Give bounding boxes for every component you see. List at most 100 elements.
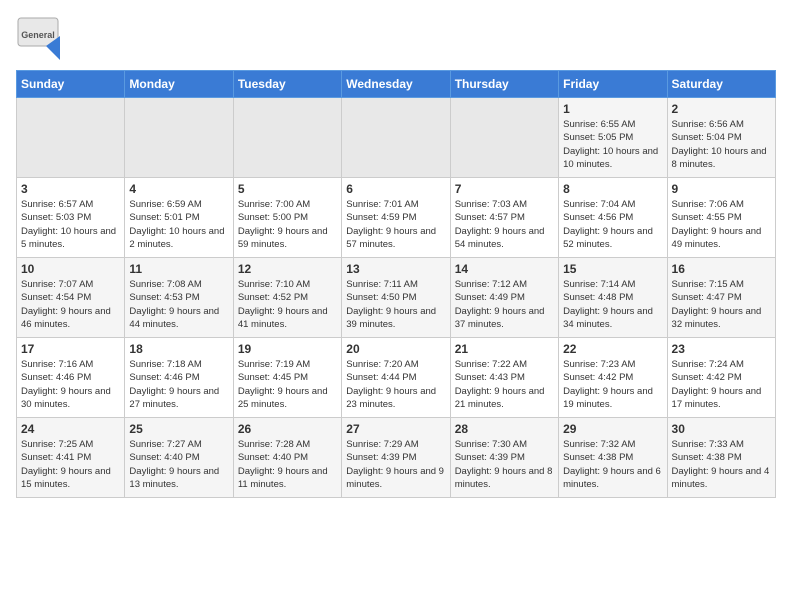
day-number: 23 [672, 342, 771, 356]
day-number: 18 [129, 342, 228, 356]
day-cell [125, 98, 233, 178]
day-info: Sunrise: 6:57 AM Sunset: 5:03 PM Dayligh… [21, 198, 120, 251]
day-cell: 17 Sunrise: 7:16 AM Sunset: 4:46 PM Dayli… [17, 338, 125, 418]
day-number: 3 [21, 182, 120, 196]
day-info: Sunrise: 7:12 AM Sunset: 4:49 PM Dayligh… [455, 278, 554, 331]
day-info: Sunrise: 7:03 AM Sunset: 4:57 PM Dayligh… [455, 198, 554, 251]
day-cell: 30 Sunrise: 7:33 AM Sunset: 4:38 PM Dayli… [667, 418, 775, 498]
day-number: 12 [238, 262, 337, 276]
day-cell: 8 Sunrise: 7:04 AM Sunset: 4:56 PM Daylig… [559, 178, 667, 258]
day-info: Sunrise: 7:30 AM Sunset: 4:39 PM Dayligh… [455, 438, 554, 491]
week-row-3: 10 Sunrise: 7:07 AM Sunset: 4:54 PM Dayli… [17, 258, 776, 338]
day-number: 8 [563, 182, 662, 196]
day-number: 6 [346, 182, 445, 196]
day-info: Sunrise: 7:23 AM Sunset: 4:42 PM Dayligh… [563, 358, 662, 411]
header-wednesday: Wednesday [342, 71, 450, 98]
week-row-4: 17 Sunrise: 7:16 AM Sunset: 4:46 PM Dayli… [17, 338, 776, 418]
day-cell: 13 Sunrise: 7:11 AM Sunset: 4:50 PM Dayli… [342, 258, 450, 338]
day-info: Sunrise: 7:07 AM Sunset: 4:54 PM Dayligh… [21, 278, 120, 331]
day-cell: 2Sunrise: 6:56 AM Sunset: 5:04 PM Daylig… [667, 98, 775, 178]
week-row-5: 24 Sunrise: 7:25 AM Sunset: 4:41 PM Dayli… [17, 418, 776, 498]
day-cell: 16 Sunrise: 7:15 AM Sunset: 4:47 PM Dayli… [667, 258, 775, 338]
day-cell: 1 Sunrise: 6:55 AM Sunset: 5:05 PM Daylig… [559, 98, 667, 178]
day-info: Sunrise: 7:19 AM Sunset: 4:45 PM Dayligh… [238, 358, 337, 411]
day-cell: 25 Sunrise: 7:27 AM Sunset: 4:40 PM Dayli… [125, 418, 233, 498]
day-cell [233, 98, 341, 178]
calendar-table: SundayMondayTuesdayWednesdayThursdayFrid… [16, 70, 776, 498]
day-info: Sunrise: 7:04 AM Sunset: 4:56 PM Dayligh… [563, 198, 662, 251]
day-number: 10 [21, 262, 120, 276]
svg-text:General: General [21, 30, 55, 40]
header-monday: Monday [125, 71, 233, 98]
day-info: Sunrise: 7:00 AM Sunset: 5:00 PM Dayligh… [238, 198, 337, 251]
day-number: 30 [672, 422, 771, 436]
day-cell: 7 Sunrise: 7:03 AM Sunset: 4:57 PM Daylig… [450, 178, 558, 258]
day-info: Sunrise: 7:27 AM Sunset: 4:40 PM Dayligh… [129, 438, 228, 491]
day-cell: 24 Sunrise: 7:25 AM Sunset: 4:41 PM Dayli… [17, 418, 125, 498]
logo: General [16, 16, 66, 60]
day-number: 5 [238, 182, 337, 196]
day-cell: 19 Sunrise: 7:19 AM Sunset: 4:45 PM Dayli… [233, 338, 341, 418]
day-info: Sunrise: 7:14 AM Sunset: 4:48 PM Dayligh… [563, 278, 662, 331]
day-cell: 21 Sunrise: 7:22 AM Sunset: 4:43 PM Dayli… [450, 338, 558, 418]
day-number: 9 [672, 182, 771, 196]
day-cell: 20Sunrise: 7:20 AM Sunset: 4:44 PM Dayli… [342, 338, 450, 418]
day-cell: 29 Sunrise: 7:32 AM Sunset: 4:38 PM Dayli… [559, 418, 667, 498]
day-info: Sunrise: 7:18 AM Sunset: 4:46 PM Dayligh… [129, 358, 228, 411]
day-number: 13 [346, 262, 445, 276]
day-cell: 3 Sunrise: 6:57 AM Sunset: 5:03 PM Daylig… [17, 178, 125, 258]
day-info: Sunrise: 7:29 AM Sunset: 4:39 PM Dayligh… [346, 438, 445, 491]
day-number: 27 [346, 422, 445, 436]
day-number: 4 [129, 182, 228, 196]
day-cell: 12Sunrise: 7:10 AM Sunset: 4:52 PM Dayli… [233, 258, 341, 338]
day-info: Sunrise: 7:01 AM Sunset: 4:59 PM Dayligh… [346, 198, 445, 251]
header-saturday: Saturday [667, 71, 775, 98]
day-cell: 10 Sunrise: 7:07 AM Sunset: 4:54 PM Dayli… [17, 258, 125, 338]
day-info: Sunrise: 7:16 AM Sunset: 4:46 PM Dayligh… [21, 358, 120, 411]
day-cell: 14Sunrise: 7:12 AM Sunset: 4:49 PM Dayli… [450, 258, 558, 338]
day-cell: 15 Sunrise: 7:14 AM Sunset: 4:48 PM Dayli… [559, 258, 667, 338]
day-info: Sunrise: 7:15 AM Sunset: 4:47 PM Dayligh… [672, 278, 771, 331]
day-info: Sunrise: 7:24 AM Sunset: 4:42 PM Dayligh… [672, 358, 771, 411]
day-number: 21 [455, 342, 554, 356]
day-cell: 18 Sunrise: 7:18 AM Sunset: 4:46 PM Dayli… [125, 338, 233, 418]
day-number: 1 [563, 102, 662, 116]
day-info: Sunrise: 6:55 AM Sunset: 5:05 PM Dayligh… [563, 118, 662, 171]
day-cell: 6 Sunrise: 7:01 AM Sunset: 4:59 PM Daylig… [342, 178, 450, 258]
day-info: Sunrise: 7:25 AM Sunset: 4:41 PM Dayligh… [21, 438, 120, 491]
day-cell: 28Sunrise: 7:30 AM Sunset: 4:39 PM Dayli… [450, 418, 558, 498]
day-number: 15 [563, 262, 662, 276]
day-cell [450, 98, 558, 178]
week-row-1: 1 Sunrise: 6:55 AM Sunset: 5:05 PM Daylig… [17, 98, 776, 178]
day-cell: 26 Sunrise: 7:28 AM Sunset: 4:40 PM Dayli… [233, 418, 341, 498]
day-info: Sunrise: 7:33 AM Sunset: 4:38 PM Dayligh… [672, 438, 771, 491]
day-number: 16 [672, 262, 771, 276]
day-number: 22 [563, 342, 662, 356]
header-row: SundayMondayTuesdayWednesdayThursdayFrid… [17, 71, 776, 98]
day-cell: 9Sunrise: 7:06 AM Sunset: 4:55 PM Daylig… [667, 178, 775, 258]
logo-icon: General [16, 16, 60, 60]
day-cell: 27 Sunrise: 7:29 AM Sunset: 4:39 PM Dayli… [342, 418, 450, 498]
header-sunday: Sunday [17, 71, 125, 98]
day-info: Sunrise: 7:11 AM Sunset: 4:50 PM Dayligh… [346, 278, 445, 331]
day-number: 17 [21, 342, 120, 356]
day-number: 7 [455, 182, 554, 196]
day-number: 26 [238, 422, 337, 436]
week-row-2: 3 Sunrise: 6:57 AM Sunset: 5:03 PM Daylig… [17, 178, 776, 258]
day-cell: 22 Sunrise: 7:23 AM Sunset: 4:42 PM Dayli… [559, 338, 667, 418]
day-number: 24 [21, 422, 120, 436]
day-number: 11 [129, 262, 228, 276]
day-number: 2 [672, 102, 771, 116]
day-number: 29 [563, 422, 662, 436]
header-thursday: Thursday [450, 71, 558, 98]
day-info: Sunrise: 7:32 AM Sunset: 4:38 PM Dayligh… [563, 438, 662, 491]
day-cell: 4 Sunrise: 6:59 AM Sunset: 5:01 PM Daylig… [125, 178, 233, 258]
day-info: Sunrise: 7:28 AM Sunset: 4:40 PM Dayligh… [238, 438, 337, 491]
header-tuesday: Tuesday [233, 71, 341, 98]
day-cell: 11Sunrise: 7:08 AM Sunset: 4:53 PM Dayli… [125, 258, 233, 338]
day-number: 25 [129, 422, 228, 436]
day-number: 19 [238, 342, 337, 356]
day-info: Sunrise: 6:59 AM Sunset: 5:01 PM Dayligh… [129, 198, 228, 251]
day-info: Sunrise: 7:22 AM Sunset: 4:43 PM Dayligh… [455, 358, 554, 411]
page-header: General [16, 16, 776, 60]
